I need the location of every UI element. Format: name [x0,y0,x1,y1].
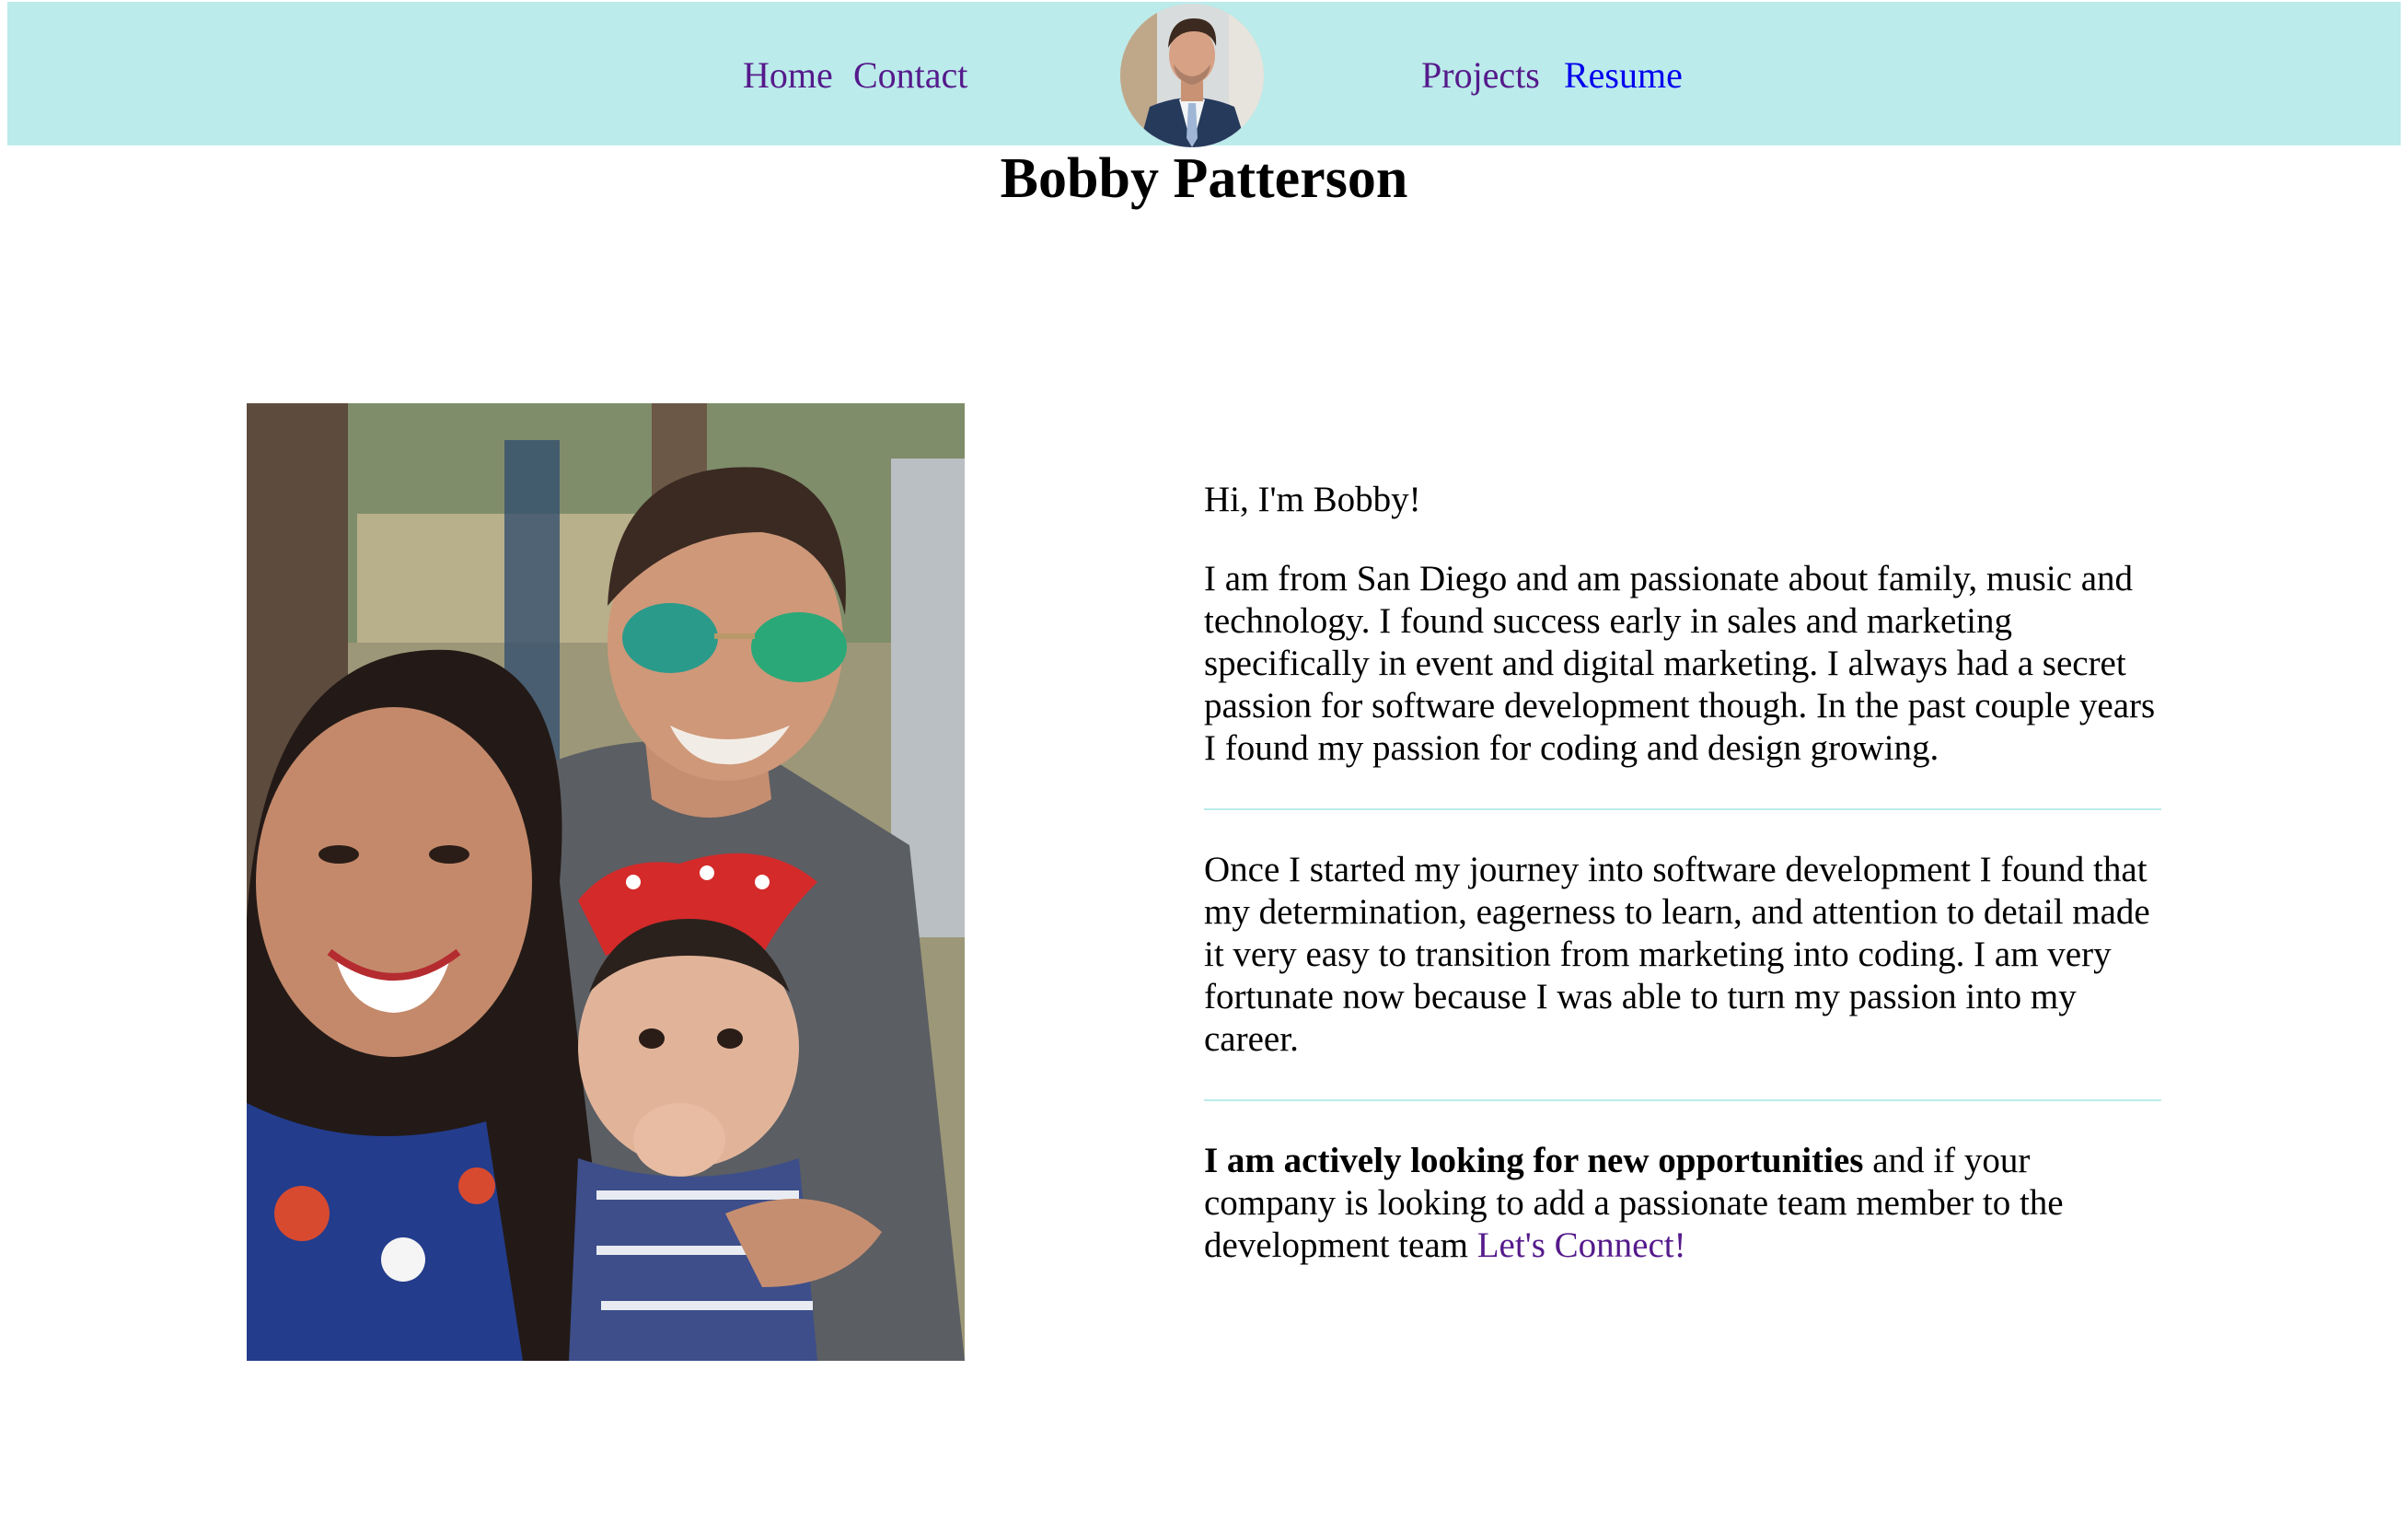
family-photo [247,403,965,1361]
bio-divider-2 [1204,1099,2161,1101]
profile-portrait-image [1120,4,1264,147]
opportunities-bold-text: I am actively looking for new opportunit… [1204,1141,1864,1180]
nav-resume-link[interactable]: Resume [1564,53,1683,98]
nav-projects-link[interactable]: Projects [1421,53,1540,98]
greeting-text: Hi, I'm Bobby! [1204,480,1421,519]
bio-section: Hi, I'm Bobby! I am from San Diego and a… [1204,479,2161,1267]
bio-paragraph-3: I am actively looking for new opportunit… [1204,1140,2161,1267]
top-nav-bar: Home Contact Projects Resume [7,2,2401,147]
profile-avatar[interactable] [1120,4,1264,147]
bio-paragraph-2: Once I started my journey into software … [1204,850,2150,1059]
lets-connect-link[interactable]: Let's Connect! [1477,1225,1686,1265]
nav-contact-link[interactable]: Contact [853,53,967,98]
page-title: Bobby Patterson [1000,147,1408,210]
bio-paragraph-1: I am from San Diego and am passionate ab… [1204,559,2156,768]
nav-home-link[interactable]: Home [743,53,833,98]
family-photo-image [247,403,965,1361]
page: Home Contact Projects Resume Bobby Patte… [0,0,2408,1521]
bio-divider-1 [1204,808,2161,810]
